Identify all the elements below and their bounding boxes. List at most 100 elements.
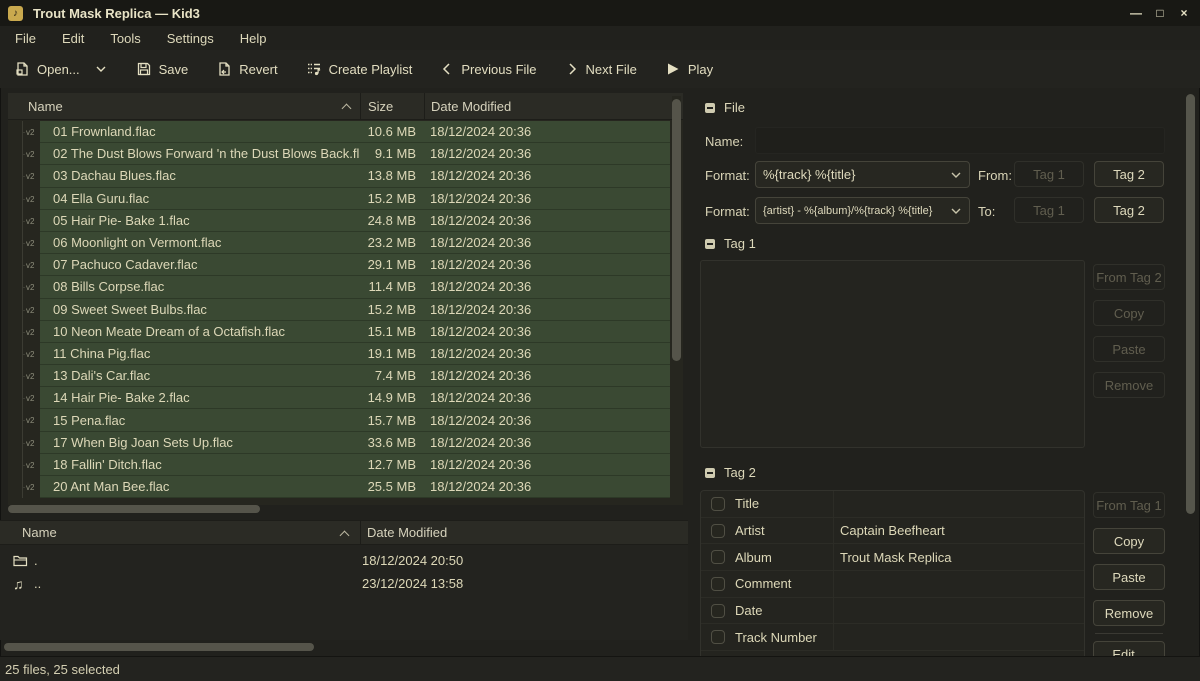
open-button[interactable]: Open... <box>14 61 80 77</box>
tag1-action-button[interactable]: From Tag 2 <box>1093 264 1165 290</box>
dir-column-header-date[interactable]: Date Modified <box>360 521 688 544</box>
format-from-combobox[interactable]: %{track} %{title} <box>755 161 970 188</box>
tag2-action-button[interactable]: Remove <box>1093 600 1165 626</box>
column-header-size[interactable]: Size <box>360 93 424 119</box>
filename-input[interactable] <box>755 127 1165 154</box>
tag2-action-button[interactable]: Edit... <box>1093 641 1165 656</box>
menu-item[interactable]: Help <box>227 28 280 49</box>
format-to-combobox[interactable]: {artist} - %{album}/%{track} %{title} <box>755 197 970 224</box>
dir-date-cell: 23/12/2024 13:58 <box>355 576 688 591</box>
field-value[interactable] <box>833 571 1084 597</box>
menu-item[interactable]: Tools <box>97 28 153 49</box>
menubar: FileEditToolsSettingsHelp <box>0 26 1200 50</box>
menu-item[interactable]: File <box>2 28 49 49</box>
table-row[interactable]: v2 08 Bills Corpse.flac 11.4 MB 18/12/20… <box>8 276 670 298</box>
table-row[interactable]: v2 13 Dali's Car.flac 7.4 MB 18/12/2024 … <box>8 365 670 387</box>
table-row[interactable]: v2 15 Pena.flac 15.7 MB 18/12/2024 20:36 <box>8 409 670 431</box>
column-header-name[interactable]: Name <box>8 93 360 119</box>
next-file-button[interactable]: Next File <box>565 61 637 77</box>
collapse-icon[interactable] <box>705 103 715 113</box>
tag2-field-row[interactable]: Track Number <box>701 624 1084 651</box>
field-checkbox[interactable] <box>711 524 725 538</box>
from-tag2-button[interactable]: Tag 2 <box>1094 161 1164 187</box>
list-item[interactable]: ♫ . 18/12/2024 20:50 <box>0 549 688 572</box>
maximize-icon[interactable]: □ <box>1150 4 1170 22</box>
table-row[interactable]: v2 05 Hair Pie- Bake 1.flac 24.8 MB 18/1… <box>8 210 670 232</box>
revert-icon <box>216 61 232 77</box>
field-checkbox[interactable] <box>711 550 725 564</box>
tag2-field-row[interactable]: Date <box>701 598 1084 625</box>
field-value[interactable]: Trout Mask Replica <box>833 544 1084 570</box>
field-value[interactable]: Captain Beefheart <box>833 518 1084 544</box>
tag2-section-header[interactable]: Tag 2 <box>705 465 756 480</box>
collapse-icon[interactable] <box>705 468 715 478</box>
table-row[interactable]: v2 10 Neon Meate Dream of a Octafish.fla… <box>8 321 670 343</box>
from-tag1-button[interactable]: Tag 1 <box>1014 161 1084 187</box>
menu-item[interactable]: Edit <box>49 28 97 49</box>
open-dropdown-button[interactable] <box>94 62 108 76</box>
tag1-action-button[interactable]: Paste <box>1093 336 1165 362</box>
file-date-cell: 18/12/2024 20:36 <box>424 390 670 405</box>
file-list-horizontal-scrollbar[interactable] <box>8 505 683 514</box>
music-note-icon: ♫ <box>13 576 33 592</box>
file-size-cell: 19.1 MB <box>360 346 424 361</box>
save-button[interactable]: Save <box>136 61 189 77</box>
file-section-header[interactable]: File <box>705 100 745 115</box>
tag-panel-vertical-scrollbar[interactable] <box>1186 90 1195 656</box>
previous-file-button[interactable]: Previous File <box>440 61 536 77</box>
file-date-cell: 18/12/2024 20:36 <box>424 435 670 450</box>
table-row[interactable]: v2 02 The Dust Blows Forward 'n the Dust… <box>8 143 670 165</box>
tag2-field-row[interactable]: Artist Captain Beefheart <box>701 518 1084 545</box>
revert-button[interactable]: Revert <box>216 61 277 77</box>
directory-horizontal-scrollbar[interactable] <box>0 643 688 652</box>
table-row[interactable]: v2 09 Sweet Sweet Bulbs.flac 15.2 MB 18/… <box>8 299 670 321</box>
play-button[interactable]: Play <box>665 61 713 77</box>
create-playlist-button[interactable]: Create Playlist <box>306 61 413 77</box>
file-name-cell: 11 China Pig.flac <box>40 346 360 361</box>
collapse-icon[interactable] <box>705 239 715 249</box>
field-value[interactable] <box>833 624 1084 650</box>
tag1-action-button[interactable]: Copy <box>1093 300 1165 326</box>
kid3-window: ♪ Trout Mask Replica — Kid3 — □ × FileEd… <box>0 0 1200 681</box>
table-row[interactable]: v2 11 China Pig.flac 19.1 MB 18/12/2024 … <box>8 343 670 365</box>
tag2-action-button[interactable]: Paste <box>1093 564 1165 590</box>
field-value[interactable] <box>833 491 1084 517</box>
scrollbar-thumb[interactable] <box>4 643 314 651</box>
to-tag2-button[interactable]: Tag 2 <box>1094 197 1164 223</box>
table-row[interactable]: v2 04 Ella Guru.flac 15.2 MB 18/12/2024 … <box>8 188 670 210</box>
scrollbar-thumb[interactable] <box>672 99 681 361</box>
table-row[interactable]: v2 03 Dachau Blues.flac 13.8 MB 18/12/20… <box>8 165 670 187</box>
table-row[interactable]: v2 18 Fallin' Ditch.flac 12.7 MB 18/12/2… <box>8 454 670 476</box>
field-checkbox[interactable] <box>711 630 725 644</box>
table-row[interactable]: v2 14 Hair Pie- Bake 2.flac 14.9 MB 18/1… <box>8 387 670 409</box>
field-value[interactable] <box>833 598 1084 624</box>
table-row[interactable]: v2 06 Moonlight on Vermont.flac 23.2 MB … <box>8 232 670 254</box>
scrollbar-thumb[interactable] <box>8 505 260 513</box>
tag1-action-button[interactable]: Remove <box>1093 372 1165 398</box>
table-row[interactable]: v2 01 Frownland.flac 10.6 MB 18/12/2024 … <box>8 121 670 143</box>
tag1-section-header[interactable]: Tag 1 <box>705 236 756 251</box>
tag-v2-badge: v2 <box>25 217 35 226</box>
field-checkbox[interactable] <box>711 577 725 591</box>
create-playlist-label: Create Playlist <box>329 62 413 77</box>
column-header-date[interactable]: Date Modified <box>424 93 683 119</box>
tag2-field-row[interactable]: Album Trout Mask Replica <box>701 544 1084 571</box>
list-item[interactable]: ♫ .. 23/12/2024 13:58 <box>0 572 688 595</box>
minimize-icon[interactable]: — <box>1126 4 1146 22</box>
dir-column-header-name[interactable]: Name <box>0 521 360 544</box>
table-row[interactable]: v2 20 Ant Man Bee.flac 25.5 MB 18/12/202… <box>8 476 670 498</box>
close-icon[interactable]: × <box>1174 4 1194 22</box>
tag2-field-row[interactable]: Comment <box>701 571 1084 598</box>
file-list-vertical-scrollbar[interactable] <box>672 96 681 501</box>
tag2-field-row[interactable]: Title <box>701 491 1084 518</box>
file-size-cell: 9.1 MB <box>360 146 424 161</box>
tag2-action-button[interactable]: From Tag 1 <box>1093 492 1165 518</box>
field-checkbox[interactable] <box>711 497 725 511</box>
table-row[interactable]: v2 17 When Big Joan Sets Up.flac 33.6 MB… <box>8 432 670 454</box>
scrollbar-thumb[interactable] <box>1186 94 1195 514</box>
to-tag1-button[interactable]: Tag 1 <box>1014 197 1084 223</box>
tag2-action-button[interactable]: Copy <box>1093 528 1165 554</box>
table-row[interactable]: v2 07 Pachuco Cadaver.flac 29.1 MB 18/12… <box>8 254 670 276</box>
menu-item[interactable]: Settings <box>154 28 227 49</box>
field-checkbox[interactable] <box>711 604 725 618</box>
